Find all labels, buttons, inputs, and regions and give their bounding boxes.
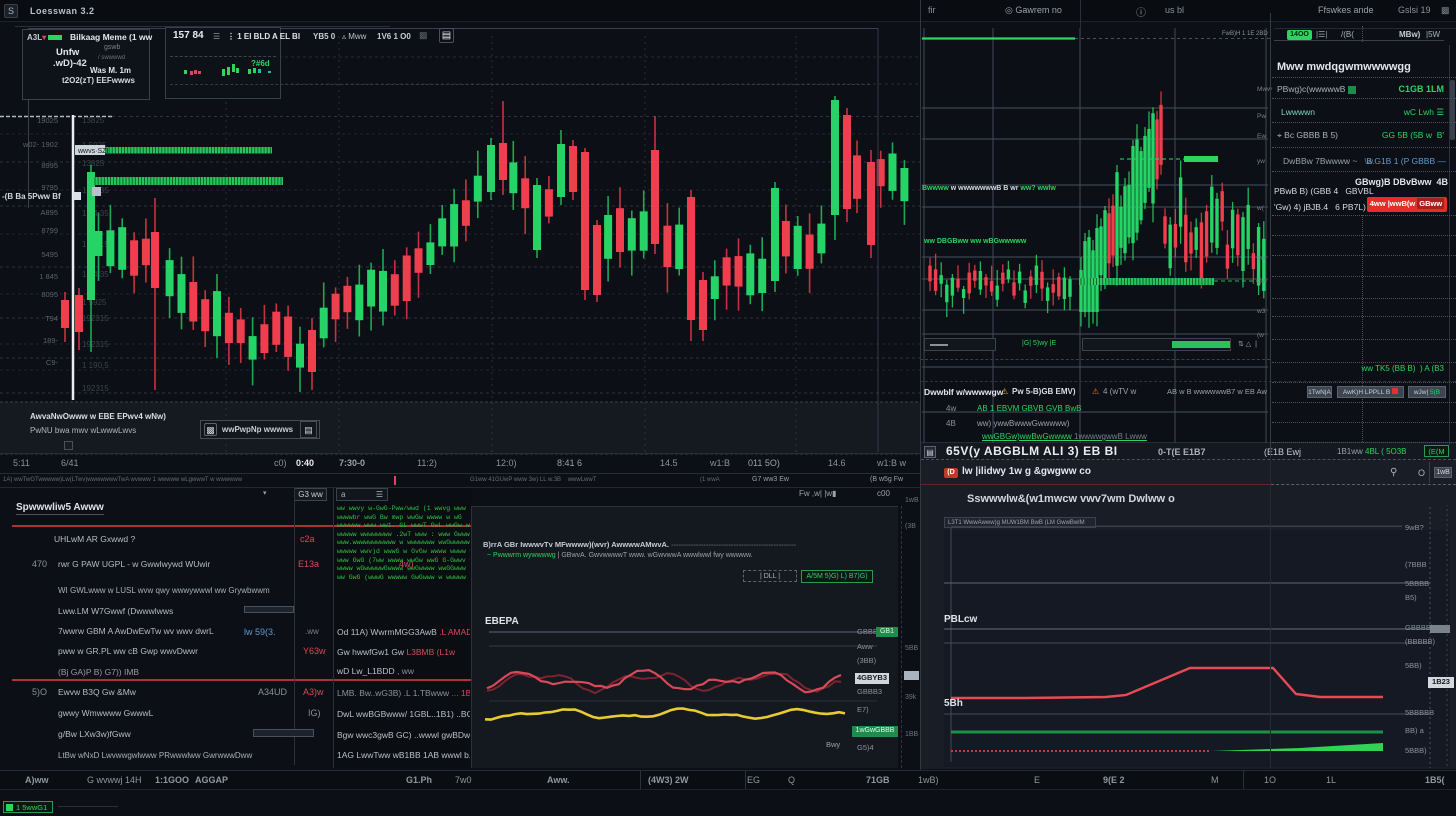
svg-text:1 54.35: 1 54.35	[82, 209, 109, 218]
svg-text:1 54.35: 1 54.35	[82, 270, 109, 279]
svg-text:1 190,5: 1 190,5	[82, 361, 109, 370]
svg-text:wwvs·SZI: wwvs·SZI	[77, 148, 108, 155]
svg-text:FwB)H 1 1E 2BD: FwB)H 1 1E 2BD	[1222, 31, 1268, 37]
svg-text:13825: 13825	[82, 116, 105, 125]
svg-text:192315: 192315	[82, 340, 109, 349]
svg-text:192315: 192315	[82, 384, 109, 393]
svg-text:13825: 13825	[82, 159, 105, 168]
svg-text:192315: 192315	[82, 314, 109, 323]
